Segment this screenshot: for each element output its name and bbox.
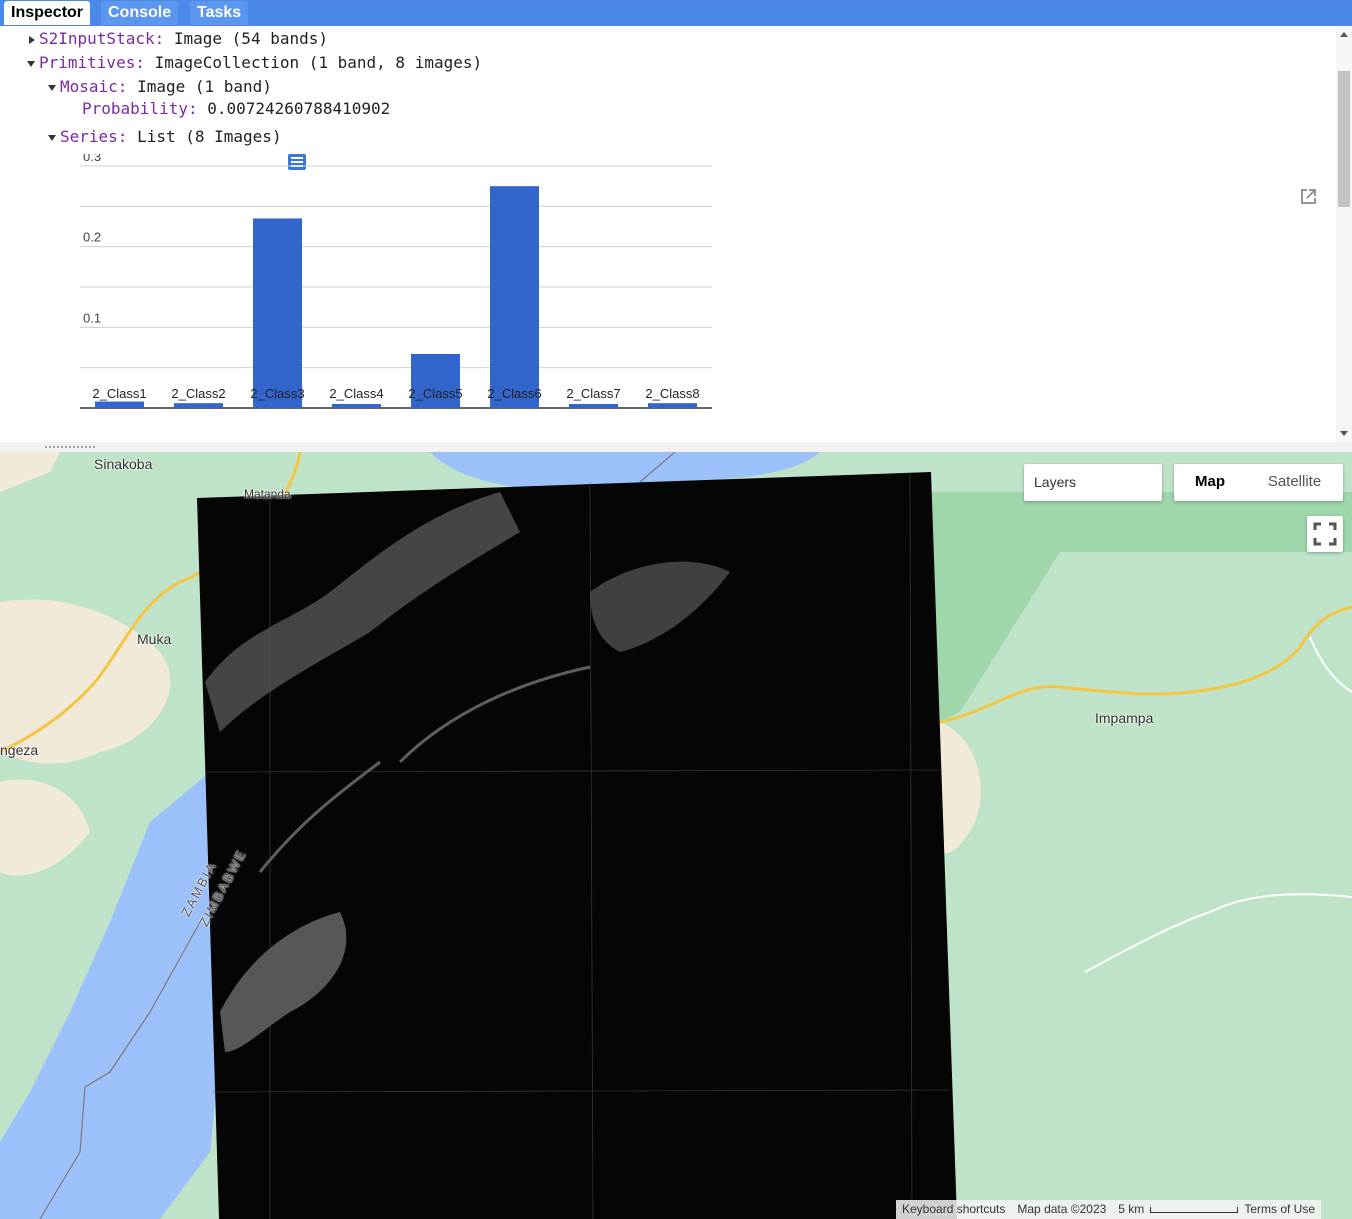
- tab-inspector[interactable]: Inspector: [4, 1, 91, 25]
- tree-key: Primitives:: [39, 53, 145, 72]
- tree-value: Image (1 band): [137, 77, 272, 96]
- x-tick-label: 2_Class3: [250, 386, 304, 401]
- tree-row-s2inputstack[interactable]: S2InputStack: Image (54 bands): [29, 29, 328, 48]
- tree-key: Series:: [60, 127, 128, 146]
- y-tick-label: 0.2: [83, 230, 101, 245]
- tab-bar: Inspector Console Tasks: [0, 0, 1352, 26]
- x-tick-label: 2_Class7: [566, 386, 620, 401]
- scale-bar: [1150, 1206, 1239, 1213]
- tree-key: S2InputStack:: [39, 29, 165, 48]
- x-tick-label: 2_Class1: [92, 386, 146, 401]
- place-label-ngeza: ngeza: [0, 742, 39, 758]
- popout-icon[interactable]: [1300, 188, 1317, 205]
- tab-tasks[interactable]: Tasks: [190, 1, 249, 25]
- series-bar-chart: 0.1 0.2 0.3 2_Class1 2_Class2 2_Class3 2_Clas…: [80, 154, 712, 409]
- layers-dropdown[interactable]: Layers: [1024, 464, 1162, 501]
- tree-key: Probability:: [82, 99, 198, 118]
- tree-value: List (8 Images): [137, 127, 282, 146]
- bar-2_Class3: [253, 218, 302, 408]
- collapse-down-icon[interactable]: [27, 60, 35, 67]
- panel-splitter[interactable]: [0, 442, 1352, 452]
- keyboard-shortcuts-link[interactable]: Keyboard shortcuts: [896, 1202, 1011, 1216]
- map-attribution: Keyboard shortcuts Map data ©2023 5 km Term…: [896, 1200, 1321, 1219]
- tree-row-mosaic[interactable]: Mosaic: Image (1 band): [48, 77, 272, 96]
- bar-2_Class2: [174, 403, 223, 408]
- y-tick-label: 0.3: [83, 154, 101, 164]
- fullscreen-button[interactable]: [1307, 516, 1343, 552]
- expand-right-icon[interactable]: [29, 35, 35, 44]
- scroll-down-icon[interactable]: [1340, 431, 1348, 436]
- terms-link[interactable]: Terms of Use: [1238, 1202, 1321, 1216]
- x-tick-label: 2_Class4: [329, 386, 383, 401]
- tree-value: ImageCollection (1 band, 8 images): [154, 53, 483, 72]
- drag-handle-icon[interactable]: [44, 445, 96, 449]
- x-tick-label: 2_Class8: [645, 386, 699, 401]
- collapse-down-icon[interactable]: [48, 134, 56, 141]
- x-tick-label: 2_Class6: [487, 386, 541, 401]
- collapse-down-icon[interactable]: [48, 84, 56, 91]
- fullscreen-icon: [1313, 522, 1337, 546]
- satellite-button[interactable]: Satellite: [1246, 464, 1343, 501]
- scroll-up-icon[interactable]: [1340, 32, 1348, 37]
- map-basemap: [0, 452, 1352, 1219]
- bar-2_Class8: [648, 403, 697, 408]
- bar-2_Class4: [332, 404, 381, 408]
- scale-label[interactable]: 5 km: [1112, 1202, 1150, 1216]
- place-label-sinakoba: Sinakoba: [94, 456, 153, 472]
- place-label-impampa: Impampa: [1095, 710, 1154, 726]
- tree-row-probability: Probability: 0.00724260788410902: [82, 99, 390, 118]
- inspector-panel: S2InputStack: Image (54 bands) Primitive…: [0, 26, 1352, 443]
- tab-console[interactable]: Console: [101, 1, 179, 25]
- map-button[interactable]: Map: [1174, 464, 1246, 501]
- bar-2_Class1: [95, 401, 144, 408]
- place-label-muka: Muka: [137, 631, 172, 647]
- x-tick-label: 2_Class5: [408, 386, 462, 401]
- y-tick-label: 0.1: [83, 310, 101, 325]
- scroll-thumb[interactable]: [1338, 71, 1350, 207]
- tree-row-series[interactable]: Series: List (8 Images): [48, 127, 282, 146]
- bar-2_Class7: [569, 404, 618, 408]
- map-type-control: Map Satellite: [1174, 464, 1343, 501]
- map-data-text: Map data ©2023: [1017, 1202, 1107, 1216]
- inspector-scrollbar[interactable]: [1336, 26, 1352, 442]
- tree-value: 0.00724260788410902: [207, 99, 391, 118]
- place-label-matanda: Matanda: [244, 487, 291, 501]
- bar-2_Class6: [490, 186, 539, 408]
- x-tick-label: 2_Class2: [171, 386, 225, 401]
- tree-key: Mosaic:: [60, 77, 128, 96]
- tree-row-primitives[interactable]: Primitives: ImageCollection (1 band, 8 i…: [27, 53, 482, 72]
- tree-value: Image (54 bands): [173, 29, 328, 48]
- map-view[interactable]: Sinakoba Matanda Muka ngeza Impampa ZAMB…: [0, 452, 1352, 1219]
